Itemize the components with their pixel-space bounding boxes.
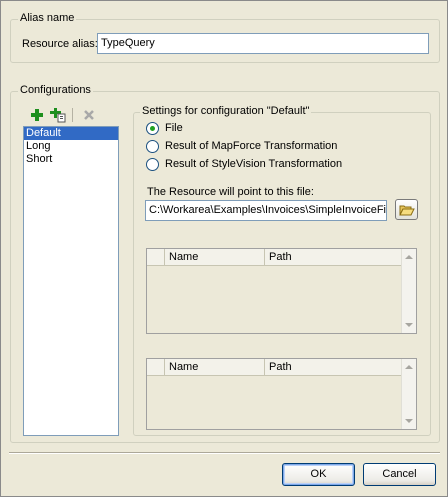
settings-group-title: Settings for configuration "Default": [140, 105, 312, 118]
grid-1-row-selector-col: [147, 249, 165, 266]
scroll-up-icon[interactable]: [405, 255, 413, 259]
list-item-long[interactable]: Long: [24, 140, 118, 153]
copy-config-icon: [50, 108, 66, 123]
toolbar-separator: [72, 108, 73, 122]
grid-2-scrollbar[interactable]: [401, 359, 416, 429]
parameters-grid-1[interactable]: Name Path: [146, 248, 417, 334]
cancel-button[interactable]: Cancel: [363, 463, 436, 486]
grid-2-col-path[interactable]: Path: [265, 359, 401, 376]
ok-button[interactable]: OK: [282, 463, 355, 486]
grid-2-row-selector-col: [147, 359, 165, 376]
radio-selected-dot: [150, 125, 155, 131]
list-item-default[interactable]: Default: [24, 127, 118, 140]
configurations-list[interactable]: Default Long Short: [23, 126, 119, 436]
radio-button-file[interactable]: [146, 121, 159, 135]
radio-file-label: File: [165, 122, 183, 134]
radio-stylevision-label: Result of StyleVision Transformation: [165, 158, 343, 170]
delete-config-icon: [84, 110, 94, 120]
radio-stylevision[interactable]: Result of StyleVision Transformation: [146, 157, 342, 171]
radio-mapforce-label: Result of MapForce Transformation: [165, 140, 338, 152]
add-config-icon: [31, 109, 43, 121]
copy-configuration-button[interactable]: [50, 107, 66, 123]
radio-mapforce[interactable]: Result of MapForce Transformation: [146, 139, 337, 153]
grid-2-header: Name Path: [147, 359, 401, 376]
delete-configuration-button[interactable]: [81, 107, 97, 123]
add-configuration-button[interactable]: [29, 107, 45, 123]
resource-alias-input[interactable]: TypeQuery: [97, 33, 429, 54]
radio-button-stylevision[interactable]: [146, 157, 159, 171]
dialog-separator: [9, 452, 440, 454]
configure-resource-dialog: Alias name Resource alias: TypeQuery Con…: [0, 0, 448, 497]
scroll-up-icon[interactable]: [405, 365, 413, 369]
scroll-down-icon[interactable]: [405, 419, 413, 423]
grid-2-col-name[interactable]: Name: [165, 359, 265, 376]
grid-1-header: Name Path: [147, 249, 401, 266]
browse-button[interactable]: [395, 199, 418, 220]
list-item-short[interactable]: Short: [24, 153, 118, 166]
resource-alias-label: Resource alias:: [22, 38, 98, 50]
file-path-input[interactable]: C:\Workarea\Examples\Invoices\SimpleInvo…: [145, 200, 387, 221]
alias-name-group-title: Alias name: [18, 12, 77, 25]
scroll-down-icon[interactable]: [405, 323, 413, 327]
radio-button-mapforce[interactable]: [146, 139, 159, 153]
grid-1-col-path[interactable]: Path: [265, 249, 401, 266]
resource-point-label: The Resource will point to this file:: [147, 186, 314, 198]
parameters-grid-2[interactable]: Name Path: [146, 358, 417, 430]
open-folder-icon: [398, 205, 415, 215]
configurations-group-title: Configurations: [18, 84, 93, 97]
grid-1-scrollbar[interactable]: [401, 249, 416, 333]
grid-1-col-name[interactable]: Name: [165, 249, 265, 266]
radio-file[interactable]: File: [146, 121, 183, 135]
